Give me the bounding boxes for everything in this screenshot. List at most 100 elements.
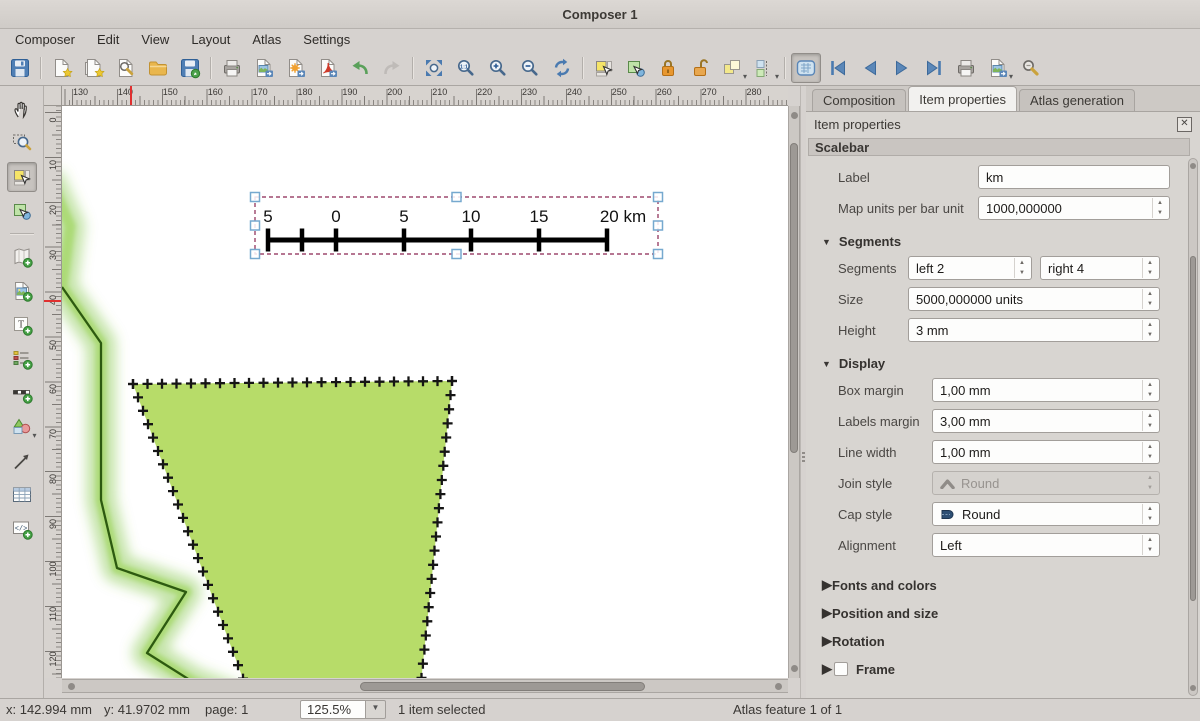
box-margin-input[interactable]: 1,00 mm ▲▼ xyxy=(932,378,1160,402)
selection-handle[interactable] xyxy=(452,250,461,259)
tab-atlas-generation[interactable]: Atlas generation xyxy=(1019,89,1135,111)
alignment-select[interactable]: Left ▲▼ xyxy=(932,533,1160,557)
canvas-horizontal-scroll-thumb[interactable] xyxy=(360,682,645,691)
add-label-button[interactable]: T xyxy=(7,310,37,340)
selection-handle[interactable] xyxy=(251,250,260,259)
scroll-down-stepper[interactable] xyxy=(791,665,798,672)
add-shape-button[interactable]: ▾ xyxy=(7,412,37,442)
unlock-items-button[interactable] xyxy=(685,53,715,83)
move-content-tool-button[interactable] xyxy=(7,196,37,226)
segments-section-header[interactable]: ▼ Segments xyxy=(822,234,1186,249)
labels-margin-input[interactable]: 3,00 mm ▲▼ xyxy=(932,409,1160,433)
menu-composer[interactable]: Composer xyxy=(4,29,86,50)
print-atlas-button[interactable] xyxy=(951,53,981,83)
lock-items-button[interactable] xyxy=(653,53,683,83)
spinner-arrows[interactable]: ▲▼ xyxy=(1142,504,1157,524)
spinner-arrows[interactable]: ▲▼ xyxy=(1142,535,1157,555)
undo-button[interactable] xyxy=(345,53,375,83)
rotation-section-header[interactable]: ▶ Rotation xyxy=(822,633,1186,649)
export-atlas-button[interactable]: ▾ xyxy=(983,53,1013,83)
print-button[interactable] xyxy=(217,53,247,83)
fonts-colors-section-header[interactable]: ▶ Fonts and colors xyxy=(822,577,1186,593)
atlas-next-feature-button[interactable] xyxy=(887,53,917,83)
menu-settings[interactable]: Settings xyxy=(292,29,361,50)
export-pdf-button[interactable] xyxy=(313,53,343,83)
label-input[interactable]: km xyxy=(978,165,1170,189)
canvas-vertical-scrollbar[interactable] xyxy=(788,106,800,678)
menu-atlas[interactable]: Atlas xyxy=(241,29,292,50)
selection-handle[interactable] xyxy=(452,193,461,202)
segments-right-input[interactable]: right 4 ▲▼ xyxy=(1040,256,1160,280)
zoom-out-button[interactable] xyxy=(515,53,545,83)
add-image-button[interactable] xyxy=(7,276,37,306)
load-template-button[interactable] xyxy=(143,53,173,83)
save-template-button[interactable] xyxy=(175,53,205,83)
selection-handle[interactable] xyxy=(654,193,663,202)
pan-tool-button[interactable] xyxy=(7,94,37,124)
selection-handle[interactable] xyxy=(251,221,260,230)
map-units-input[interactable]: 1000,000000 ▲▼ xyxy=(978,196,1170,220)
selection-handle[interactable] xyxy=(251,193,260,202)
add-table-button[interactable] xyxy=(7,480,37,510)
add-scalebar-button[interactable] xyxy=(7,378,37,408)
position-size-section-header[interactable]: ▶ Position and size xyxy=(822,605,1186,621)
align-items-button[interactable]: ▾ xyxy=(749,53,779,83)
add-map-button[interactable] xyxy=(7,242,37,272)
selection-handle[interactable] xyxy=(654,250,663,259)
atlas-preview-button[interactable] xyxy=(791,53,821,83)
add-html-button[interactable]: </> xyxy=(7,514,37,544)
add-legend-button[interactable] xyxy=(7,344,37,374)
composer-manager-button[interactable] xyxy=(111,53,141,83)
zoom-tool-button[interactable] xyxy=(7,128,37,158)
duplicate-composition-button[interactable] xyxy=(79,53,109,83)
segments-left-input[interactable]: left 2 ▲▼ xyxy=(908,256,1032,280)
select-move-item-button[interactable] xyxy=(589,53,619,83)
frame-checkbox[interactable] xyxy=(834,662,848,676)
atlas-settings-button[interactable] xyxy=(1015,53,1045,83)
atlas-first-feature-button[interactable] xyxy=(823,53,853,83)
size-input[interactable]: 5000,000000 units ▲▼ xyxy=(908,287,1160,311)
selection-handle[interactable] xyxy=(654,221,663,230)
zoom-level-combo[interactable]: 125.5% ▼ xyxy=(300,700,386,719)
scroll-down-stepper[interactable] xyxy=(1190,685,1196,691)
menu-edit[interactable]: Edit xyxy=(86,29,130,50)
zoom-in-button[interactable] xyxy=(483,53,513,83)
height-input[interactable]: 3 mm ▲▼ xyxy=(908,318,1160,342)
spinner-arrows[interactable]: ▲▼ xyxy=(1142,411,1157,431)
export-image-button[interactable] xyxy=(249,53,279,83)
spinner-arrows[interactable]: ▲▼ xyxy=(1142,320,1157,340)
export-svg-button[interactable] xyxy=(281,53,311,83)
spinner-arrows[interactable]: ▲▼ xyxy=(1142,258,1157,278)
composition-canvas[interactable]: 505101520 km xyxy=(62,106,788,678)
zoom-actual-button[interactable]: 1:1 xyxy=(451,53,481,83)
save-project-button[interactable] xyxy=(5,53,35,83)
scroll-left-stepper[interactable] xyxy=(68,683,75,690)
spinner-arrows[interactable]: ▲▼ xyxy=(1152,198,1167,218)
scroll-up-stepper[interactable] xyxy=(1190,163,1196,169)
spinner-arrows[interactable]: ▲▼ xyxy=(1142,289,1157,309)
scalebar-item[interactable]: 505101520 km xyxy=(251,193,663,259)
canvas-vertical-scroll-thumb[interactable] xyxy=(790,143,798,453)
frame-section-header[interactable]: ▶ Frame xyxy=(822,661,1186,677)
tab-item-properties[interactable]: Item properties xyxy=(908,86,1017,111)
atlas-prev-feature-button[interactable] xyxy=(855,53,885,83)
panel-scrollbar[interactable] xyxy=(1188,158,1198,696)
spinner-arrows[interactable]: ▲▼ xyxy=(1142,380,1157,400)
move-item-content-button[interactable] xyxy=(621,53,651,83)
menu-view[interactable]: View xyxy=(130,29,180,50)
scroll-up-stepper[interactable] xyxy=(791,112,798,119)
zoom-combo-dropdown-button[interactable]: ▼ xyxy=(366,700,386,719)
menu-layout[interactable]: Layout xyxy=(180,29,241,50)
spinner-arrows[interactable]: ▲▼ xyxy=(1142,442,1157,462)
panel-scroll-thumb[interactable] xyxy=(1190,256,1196,601)
display-section-header[interactable]: ▼ Display xyxy=(822,356,1186,371)
zoom-full-button[interactable] xyxy=(419,53,449,83)
atlas-last-feature-button[interactable] xyxy=(919,53,949,83)
zoom-level-value[interactable]: 125.5% xyxy=(300,700,366,719)
tab-composition[interactable]: Composition xyxy=(812,89,906,111)
cap-style-select[interactable]: Round ▲▼ xyxy=(932,502,1160,526)
scroll-right-stepper[interactable] xyxy=(775,683,782,690)
line-width-input[interactable]: 1,00 mm ▲▼ xyxy=(932,440,1160,464)
add-arrow-button[interactable] xyxy=(7,446,37,476)
refresh-view-button[interactable] xyxy=(547,53,577,83)
